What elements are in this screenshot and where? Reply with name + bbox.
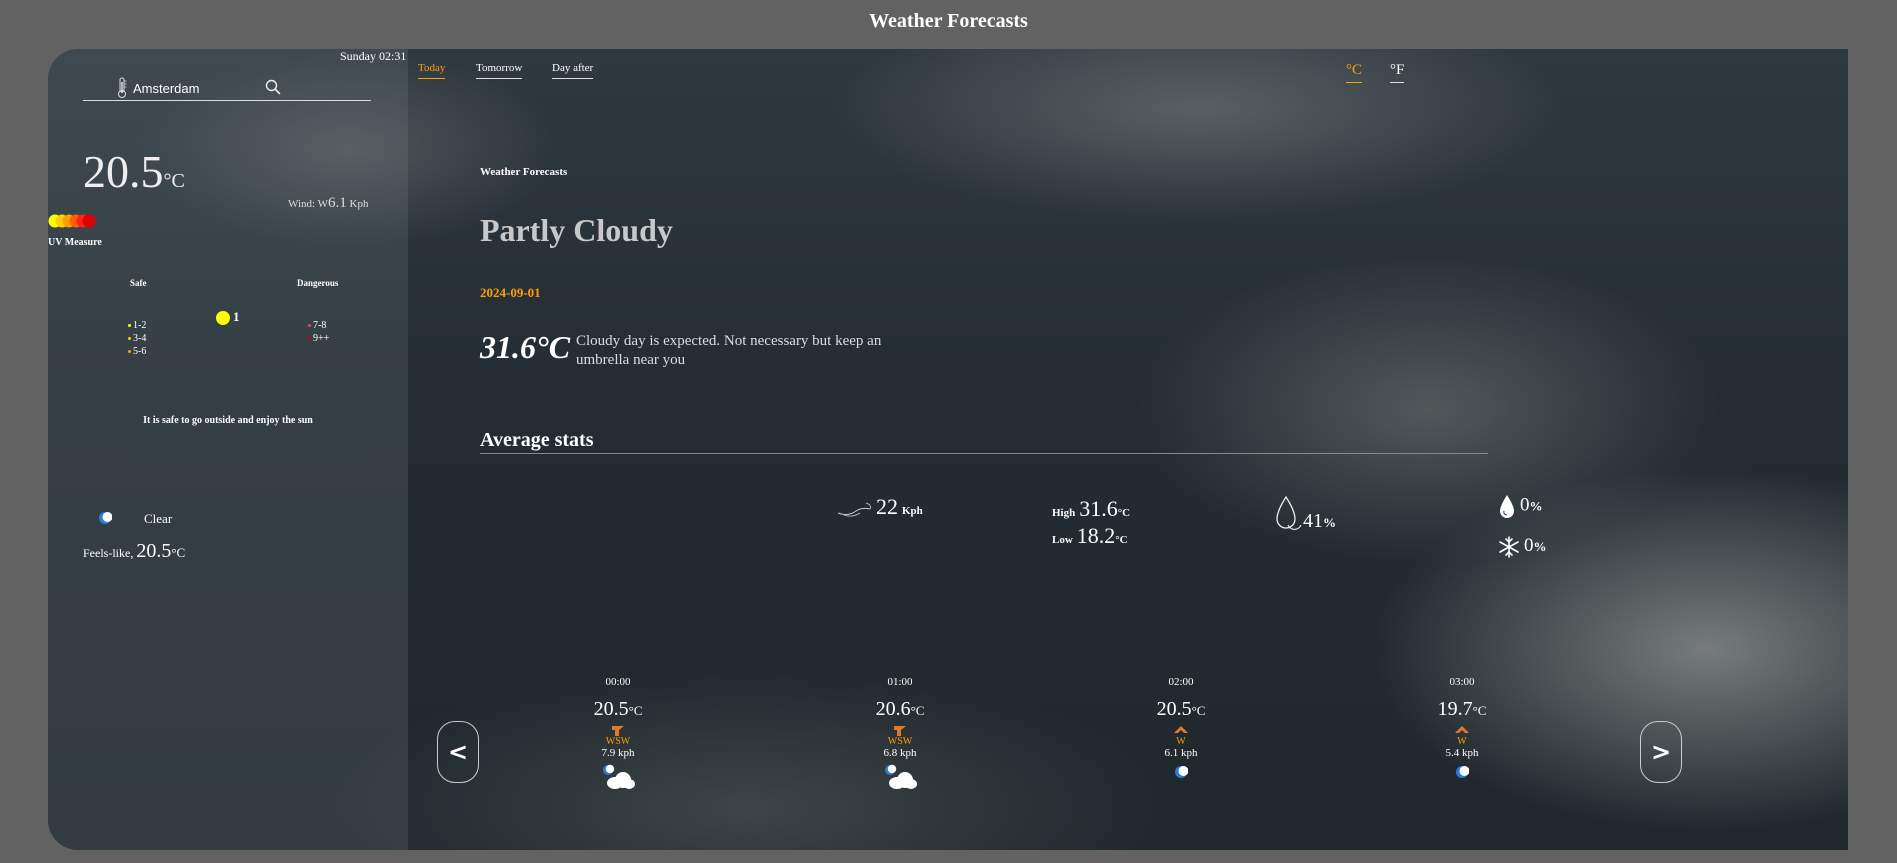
uv-level-item: 1-2 xyxy=(128,319,146,332)
sun-icon xyxy=(216,311,230,326)
moon-icon xyxy=(99,512,112,524)
feels-like-unit: °C xyxy=(171,545,186,560)
avg-high-temp: High 31.6°C xyxy=(1052,496,1131,521)
unit-fahrenheit-button[interactable]: °F xyxy=(1390,62,1405,83)
rain-drop-icon xyxy=(1500,495,1514,518)
wind-value: 6.1 xyxy=(328,195,347,211)
wind-unit: Kph xyxy=(349,198,369,210)
tab-tomorrow[interactable]: Tomorrow xyxy=(476,62,523,79)
moon-icon xyxy=(1456,766,1469,778)
uv-danger-label: Dangerous xyxy=(297,278,339,288)
hourly-item: 01:00 20.6°C WSW 6.8 kph xyxy=(850,676,950,791)
feels-like-value: 20.5 xyxy=(136,540,172,562)
next-hours-button[interactable]: > xyxy=(1640,721,1682,783)
avg-rain-chance: 0% xyxy=(1498,493,1543,521)
uv-safe-levels: 1-2 3-4 5-6 xyxy=(128,319,146,358)
uv-level-item: 5-6 xyxy=(128,345,146,358)
forecast-condition: Partly Cloudy xyxy=(480,212,673,248)
feels-like: Feels-like, 20.5°C xyxy=(83,540,185,563)
uv-title: UV Measure xyxy=(48,237,102,248)
location-search-input[interactable] xyxy=(133,79,253,97)
uv-level-item: 3-4 xyxy=(128,332,146,345)
search-bar xyxy=(83,77,371,101)
current-temp-unit: °C xyxy=(163,170,185,192)
wind-info: Wind: W6.1 Kph xyxy=(288,195,368,212)
night-cloudy-icon xyxy=(885,764,917,789)
search-icon[interactable] xyxy=(265,79,281,95)
wind-icon xyxy=(837,502,871,517)
hourly-item: 03:00 19.7°C W 5.4 kph xyxy=(1412,676,1512,779)
unit-celsius-button[interactable]: °C xyxy=(1346,62,1363,83)
avg-low-temp: Low 18.2°C xyxy=(1052,523,1128,548)
night-cloudy-icon xyxy=(603,764,635,789)
uv-current-level: 1 xyxy=(216,309,240,326)
forecast-temperature: 31.6°C xyxy=(480,329,571,365)
current-condition: Clear xyxy=(144,511,173,526)
uv-level-item: 7-8 xyxy=(308,319,329,332)
forecast-label: Weather Forecasts xyxy=(480,166,568,178)
forecast-description: Cloudy day is expected. Not necessary bu… xyxy=(576,333,882,368)
avg-humidity: 41% xyxy=(1273,495,1336,533)
avg-wind: 22 Kph xyxy=(836,494,923,521)
moon-icon xyxy=(1175,766,1188,778)
uv-danger-levels: 7-8 9++ xyxy=(308,319,329,345)
hourly-item: 02:00 20.5°C W 6.1 kph xyxy=(1131,676,1231,779)
page-title: Weather Forecasts xyxy=(869,10,1028,32)
prev-hours-button[interactable]: < xyxy=(437,721,479,783)
wind-prefix: Wind: W xyxy=(288,198,328,210)
tab-day-after[interactable]: Day after xyxy=(552,62,594,79)
current-temperature: 20.5°C xyxy=(83,145,185,198)
tab-today[interactable]: Today xyxy=(418,62,446,79)
uv-level-item: 9++ xyxy=(308,332,329,345)
thermometer-icon xyxy=(118,77,127,98)
snowflake-icon xyxy=(1499,536,1519,559)
feels-like-label: Feels-like, xyxy=(83,546,134,560)
hourly-item: 00:00 20.5°C WSW 7.9 kph xyxy=(568,676,668,791)
current-temp-value: 20.5 xyxy=(83,146,164,197)
avg-snow-chance: 0% xyxy=(1498,535,1547,559)
uv-message: It is safe to go outside and enjoy the s… xyxy=(143,415,313,426)
forecast-date: 2024-09-01 xyxy=(480,285,541,300)
current-datetime: Sunday 02:31 xyxy=(340,49,407,63)
uv-scale-icon xyxy=(48,214,96,228)
average-stats-title: Average stats xyxy=(480,429,1488,454)
humidity-drop-icon xyxy=(1276,495,1302,530)
sidebar: Sunday 02:31 20.5°C Wind: W6.1 Kph xyxy=(48,49,408,850)
weather-app: Sunday 02:31 20.5°C Wind: W6.1 Kph xyxy=(48,49,1848,850)
uv-safe-label: Safe xyxy=(130,278,147,288)
